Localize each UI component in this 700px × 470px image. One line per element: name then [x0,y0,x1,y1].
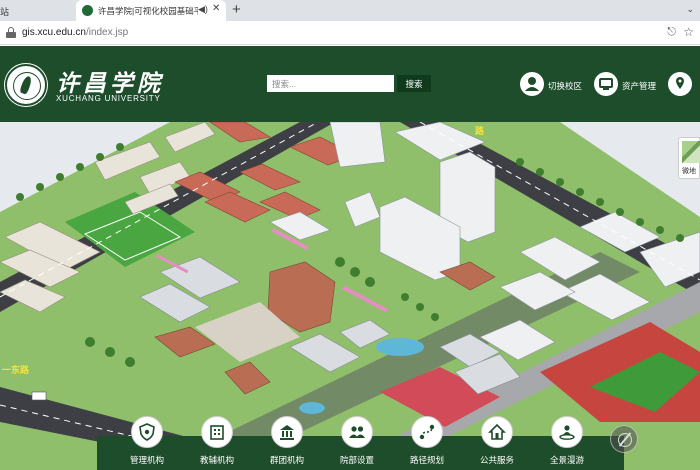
university-name-cn: 许昌学院 [56,70,164,97]
previous-tab-label: 站 [0,7,10,17]
people-icon [341,416,373,448]
url-path: /index.jsp [85,27,129,38]
shield-icon [131,416,163,448]
road-label-left: 一东路 [2,365,30,375]
mute-toggle-icon[interactable] [610,425,638,453]
road-label-top: 路 [475,126,485,136]
nav-public-service[interactable]: 公共服务 [467,416,527,470]
active-tab[interactable]: 许昌学院|可视化校园基础平台 ◀) ✕ [76,0,226,21]
nav-management[interactable]: 管理机构 [117,416,177,470]
panorama-icon [551,416,583,448]
nav-label: 管理机构 [129,455,164,465]
url-host: gis.xcu.edu.cn [22,27,86,38]
nav-route-planning[interactable]: 路径规划 [397,416,457,470]
user-icon[interactable] [520,72,544,96]
bookmark-star-icon[interactable]: ☆ [683,25,694,39]
nav-teaching-support[interactable]: 教辅机构 [187,416,247,470]
building-icon [201,416,233,448]
switch-campus-link[interactable]: 切换校区 [548,80,582,92]
nav-label: 院部设置 [339,455,374,465]
nav-label: 教辅机构 [199,455,234,465]
lock-icon[interactable] [6,27,16,38]
nav-label: 群团机构 [269,455,304,465]
nav-panorama[interactable]: 全景漫游 [537,416,597,470]
micro-map-label: 微地 [682,168,696,175]
chevron-down-icon[interactable]: ⌄ [686,4,694,15]
map-thumbnail-icon [682,141,700,163]
address-url[interactable]: gis.xcu.edu.cn/index.jsp [22,27,128,38]
share-icon[interactable]: ⎋ [667,26,676,39]
search-button[interactable]: 搜索 [397,75,431,92]
route-icon [411,416,443,448]
close-tab-icon[interactable]: ✕ [212,3,220,14]
pin-icon[interactable] [668,72,692,96]
monitor-icon[interactable] [594,72,618,96]
university-name-en: XUCHANG UNIVERSITY [56,94,161,103]
browser-tab-bar: 站 许昌学院|可视化校园基础平台 ◀) ✕ + ⌄ [0,0,700,21]
nav-label: 路径规划 [409,455,444,465]
micro-map-widget[interactable]: 微地 [678,137,700,179]
previous-tab[interactable]: 站 [0,0,76,21]
nav-mass-org[interactable]: 群团机构 [257,416,317,470]
search-input[interactable] [267,75,394,92]
bottom-nav: 管理机构 教辅机构 群团机构 院部设置 路径规划 公共服务 全景漫游 [97,416,624,470]
new-tab-icon[interactable]: + [232,1,241,18]
favicon-icon [82,5,93,16]
institution-icon [271,416,303,448]
nav-departments[interactable]: 院部设置 [327,416,387,470]
nav-label: 公共服务 [479,455,514,465]
home-service-icon [481,416,513,448]
asset-management-link[interactable]: 资产管理 [622,80,656,92]
address-bar[interactable]: gis.xcu.edu.cn/index.jsp ⎋ ☆ [0,21,700,45]
tab-title: 许昌学院|可视化校园基础平台 [98,6,198,16]
university-logo-icon[interactable] [5,64,47,106]
speaker-icon[interactable]: ◀) [198,4,208,15]
nav-label: 全景漫游 [549,455,584,465]
